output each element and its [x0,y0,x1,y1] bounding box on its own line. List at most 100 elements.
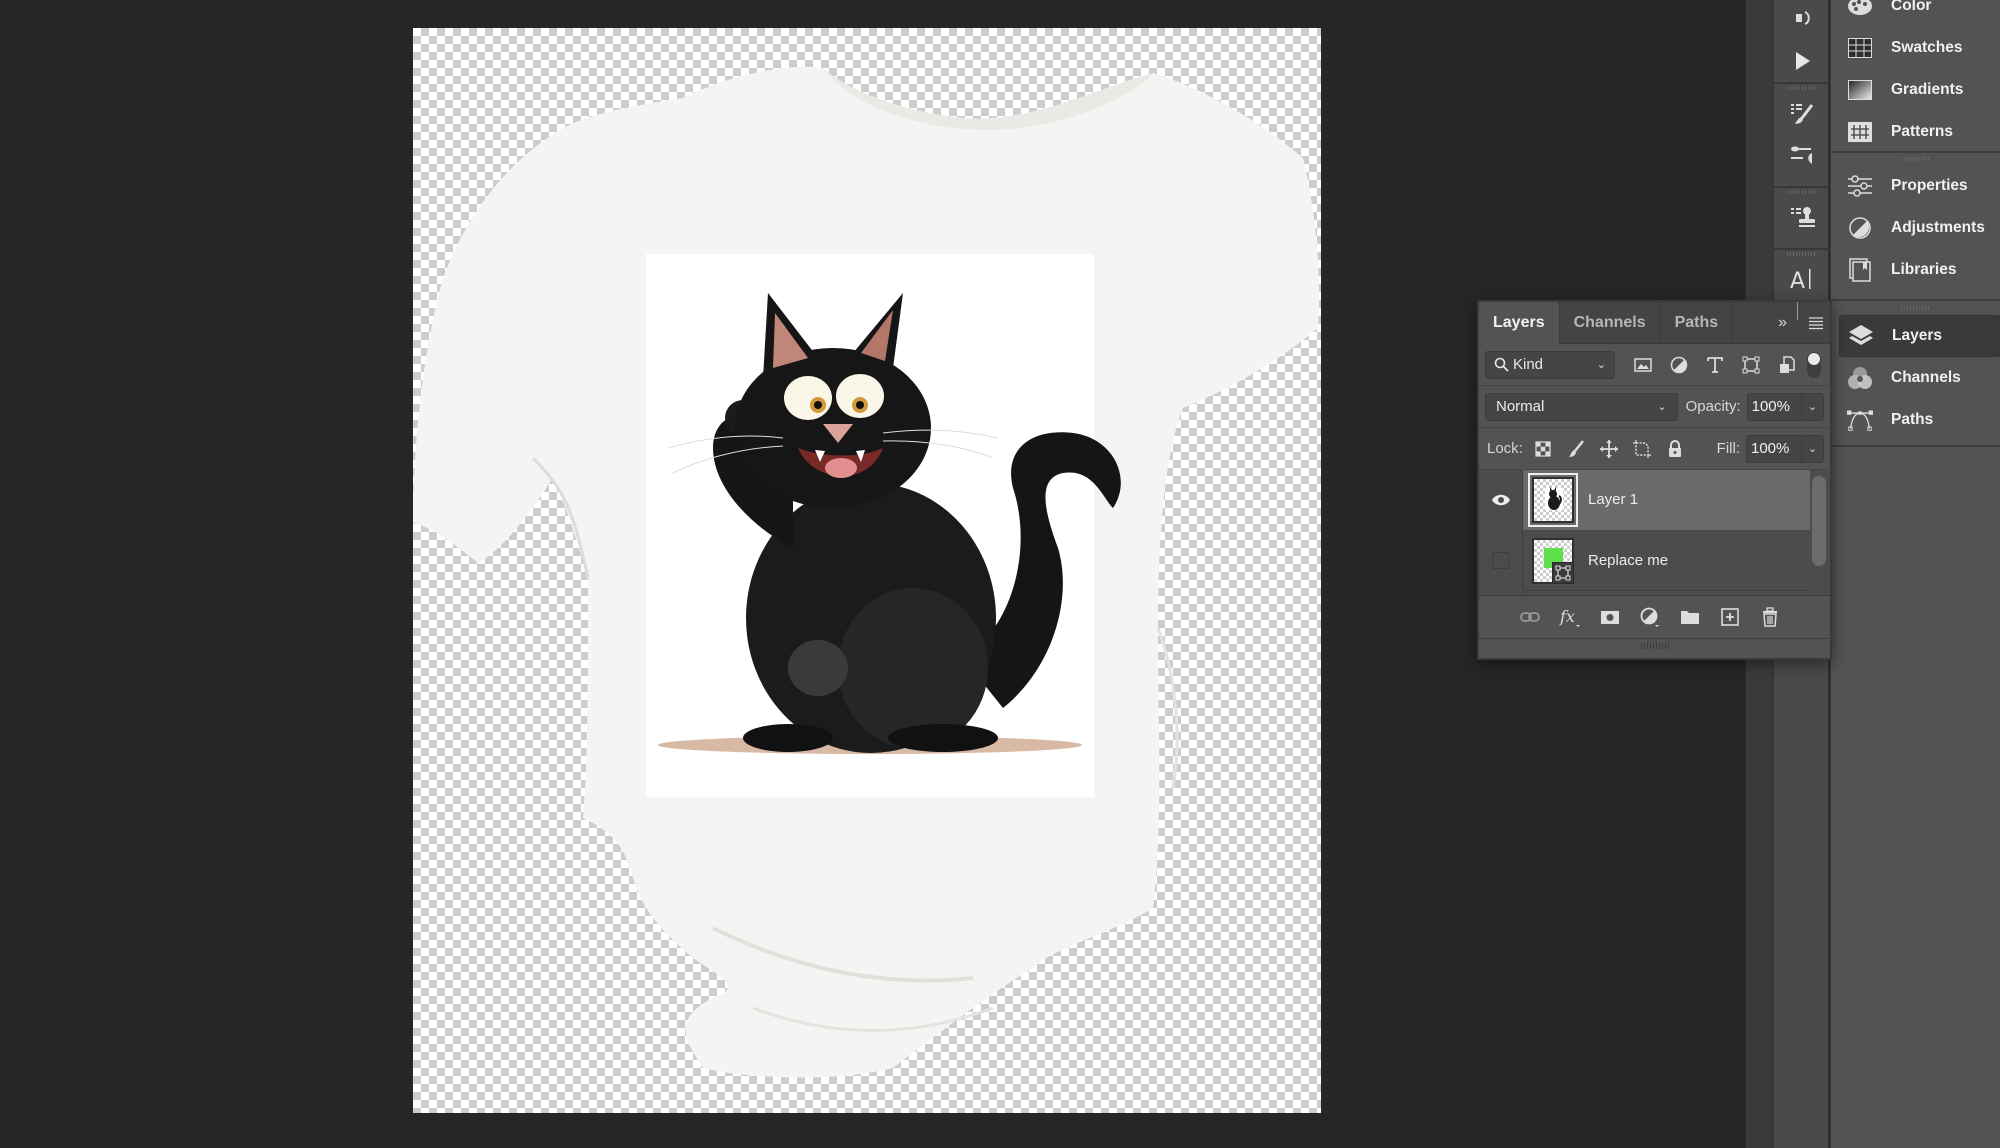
layer-list-scrollbar[interactable] [1812,476,1826,566]
filter-adjustment-button[interactable] [1661,351,1697,379]
color-palette-icon [1848,0,1872,15]
panel-properties[interactable]: Properties [1831,165,2000,207]
fill-dropdown-icon[interactable]: ⌄ [1801,435,1823,462]
panel-menu-button[interactable] [1802,302,1830,343]
layer-name[interactable]: Layer 1 [1588,491,1638,508]
fill-field[interactable]: 100% ⌄ [1746,434,1824,463]
filter-type-button[interactable] [1697,351,1733,379]
dock-group-history [1774,0,1830,84]
filter-pixel-button[interactable] [1625,351,1661,379]
new-layer-button[interactable] [1717,604,1743,630]
tshirt-mockup-image [413,66,1320,1078]
new-layer-icon [1720,608,1739,626]
lock-icon [1669,439,1682,457]
layer-row-layer-1[interactable]: Layer 1 [1479,470,1810,530]
panel-group-layers: Layers Channels Paths [1831,301,2000,447]
panel-swatches[interactable]: Swatches [1831,27,2000,69]
opacity-field[interactable]: 100% ⌄ [1746,392,1824,421]
layer-name[interactable]: Replace me [1588,552,1668,569]
libraries-icon [1849,258,1871,282]
adjustment-layer-icon [1640,607,1659,627]
lock-row: Lock: Fill: 100% ⌄ [1479,428,1830,470]
layer-thumbnail [1532,537,1574,584]
visibility-toggle[interactable] [1479,470,1523,530]
delete-layer-button[interactable] [1757,604,1783,630]
lock-position-button[interactable] [1593,435,1626,463]
tab-divider [1797,302,1798,320]
smart-object-icon [1555,565,1571,580]
filter-shape-button[interactable] [1733,351,1769,379]
panel-libraries[interactable]: Libraries [1831,249,2000,291]
layer-row-partial[interactable] [1479,591,1810,595]
blend-row: Normal ⌄ Opacity: 100% ⌄ [1479,386,1830,428]
patterns-icon [1848,122,1872,142]
link-layers-icon [1519,612,1540,622]
actions-button[interactable] [1774,40,1830,82]
panel-patterns[interactable]: Patterns [1831,111,2000,153]
lock-transparent-pixels-icon [1535,440,1551,457]
layer-row-replace-me[interactable]: Replace me [1479,530,1810,591]
history-button[interactable] [1774,0,1830,40]
chevron-down-icon: ⌄ [1596,359,1606,371]
brush-lock-icon [1569,439,1585,457]
panel-channels[interactable]: Channels [1831,357,2000,399]
panel-group-properties: Properties Adjustments Libraries [1831,153,2000,301]
dock-group-clone [1774,188,1830,250]
adjustments-icon [1849,217,1871,239]
play-actions-icon [1796,52,1810,70]
panel-resize-handle[interactable] [1479,638,1830,652]
svg-text:fx: fx [1559,607,1575,626]
artboard-lock-icon [1633,439,1652,458]
lock-all-button[interactable] [1659,435,1692,463]
collapse-panel-button[interactable]: » [1772,302,1793,343]
brush-presets-icon [1791,146,1812,164]
type-filter-icon [1707,356,1723,373]
panel-layers[interactable]: Layers [1839,315,2000,357]
new-group-button[interactable] [1677,604,1703,630]
photoshop-window: A Color Swatches Gradients Patterns Prop… [0,0,2000,1148]
filter-kind-select[interactable]: Kind ⌄ [1485,350,1615,379]
panel-color[interactable]: Color [1831,0,2000,27]
adjustment-filter-icon [1670,356,1688,373]
layer-style-button[interactable]: fx [1557,604,1583,630]
add-mask-icon [1600,611,1619,624]
tab-paths[interactable]: Paths [1661,302,1734,344]
brush-presets-button[interactable] [1774,134,1830,176]
panel-paths[interactable]: Paths [1831,399,2000,441]
link-layers-button[interactable] [1517,604,1543,630]
svg-text:A: A [1790,269,1805,293]
lock-artboard-button[interactable] [1626,435,1659,463]
filter-smart-object-button[interactable] [1769,351,1805,379]
layers-panel-tabs: Layers Channels Paths » [1479,302,1830,344]
character-icon: A [1790,269,1811,293]
panel-gradients[interactable]: Gradients [1831,69,2000,111]
eye-icon [1491,494,1510,505]
panel-adjustments[interactable]: Adjustments [1831,207,2000,249]
clone-source-button[interactable] [1774,196,1830,238]
gradients-icon [1848,80,1872,100]
visibility-toggle[interactable] [1479,530,1523,591]
tab-channels[interactable]: Channels [1560,302,1661,344]
add-mask-button[interactable] [1597,604,1623,630]
pixel-filter-icon [1634,357,1652,372]
character-button[interactable]: A [1774,258,1830,300]
opacity-dropdown-icon[interactable]: ⌄ [1801,393,1823,420]
blend-mode-select[interactable]: Normal ⌄ [1485,392,1678,421]
cat-thumbnail-image [1545,486,1563,510]
lock-image-button[interactable] [1560,435,1593,463]
properties-icon [1848,175,1872,197]
clone-source-icon [1791,207,1815,227]
filter-toggle-switch[interactable] [1807,351,1821,378]
swatches-icon [1848,38,1872,58]
move-lock-icon [1600,439,1619,458]
panel-group-color: Color Swatches Gradients Patterns [1831,0,2000,153]
new-group-icon [1680,611,1699,624]
opacity-label: Opacity: [1685,398,1741,415]
adjustment-layer-button[interactable] [1637,604,1663,630]
lock-transparent-button[interactable] [1527,435,1560,463]
document-canvas[interactable] [413,28,1321,1113]
brush-settings-button[interactable] [1774,92,1830,134]
paths-icon [1847,410,1873,431]
tab-layers[interactable]: Layers [1479,302,1560,344]
search-icon [1494,357,1509,372]
